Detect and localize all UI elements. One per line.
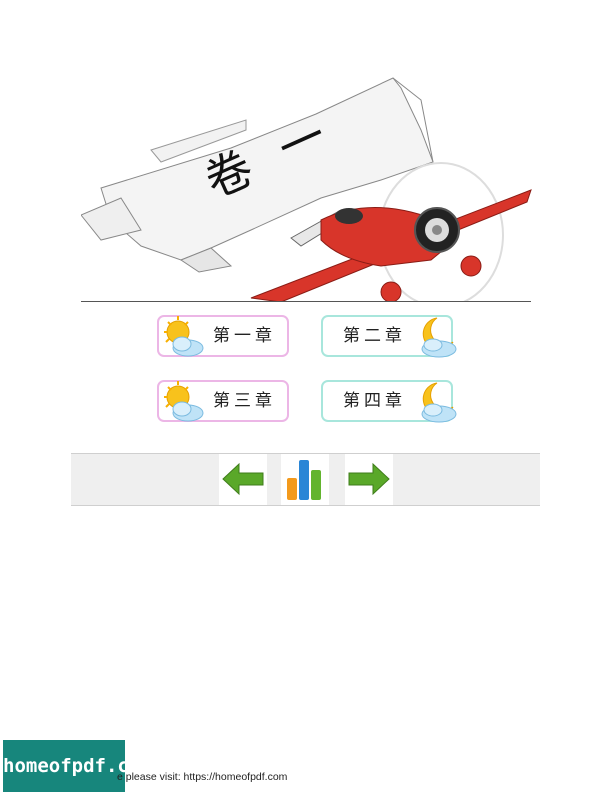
moon-cloud-icon bbox=[421, 317, 457, 358]
chapter-3-label: 第三章 bbox=[213, 391, 276, 411]
chapter-4-label: 第四章 bbox=[343, 391, 406, 411]
site-logo[interactable]: homeofpdf.com bbox=[3, 740, 152, 792]
chapter-4-button[interactable]: 第四章 bbox=[321, 380, 457, 423]
footer-link-text: e please visit: https://homeofpdf.com bbox=[117, 771, 288, 783]
navigation-bar bbox=[71, 453, 540, 506]
chapter-2-button[interactable]: 第二章 bbox=[321, 315, 457, 358]
chapter-2-label: 第二章 bbox=[343, 326, 406, 346]
next-button[interactable] bbox=[345, 454, 393, 505]
chapter-1-label: 第一章 bbox=[213, 326, 276, 346]
chapter-3-button[interactable]: 第三章 bbox=[157, 380, 289, 422]
chapter-1-button[interactable]: 第一章 bbox=[157, 315, 289, 357]
bar-chart-icon bbox=[287, 460, 321, 500]
sun-cloud-icon bbox=[164, 316, 204, 357]
left-arrow-icon bbox=[222, 462, 264, 496]
right-arrow-icon bbox=[348, 462, 390, 496]
chart-button[interactable] bbox=[281, 454, 329, 505]
moon-cloud-icon bbox=[421, 382, 457, 423]
previous-button[interactable] bbox=[219, 454, 267, 505]
divider bbox=[81, 301, 531, 302]
sun-cloud-icon bbox=[164, 381, 204, 422]
